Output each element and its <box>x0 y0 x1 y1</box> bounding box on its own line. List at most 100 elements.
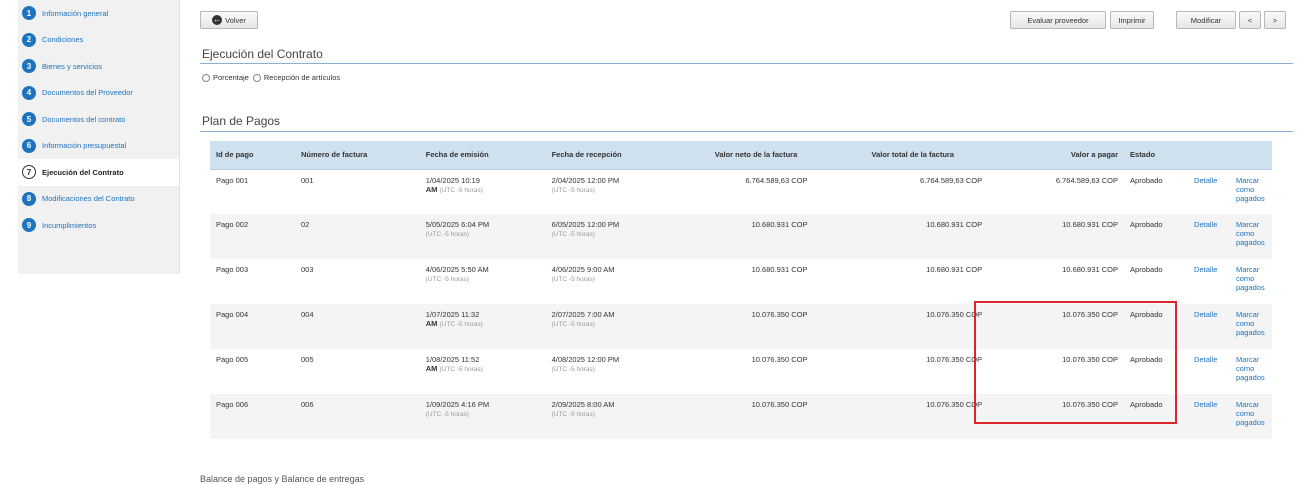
mark-paid-link[interactable]: Marcar como pagados <box>1236 176 1266 203</box>
mark-paid-word-2: como <box>1235 184 1255 194</box>
mark-paid-link[interactable]: Marcar como pagados <box>1236 265 1266 292</box>
issued-timezone: (UTC -5 horas) <box>439 366 483 373</box>
print-button[interactable]: Imprimir <box>1110 11 1154 29</box>
cell-invoice: 005 <box>301 355 314 364</box>
sidebar-step-2[interactable]: 2 Condiciones <box>18 27 179 54</box>
cell-net: 10.076.350 COP <box>751 355 808 364</box>
mark-paid-word-3: pagados <box>1235 328 1265 337</box>
mark-paid-link[interactable]: Marcar como pagados <box>1236 400 1266 427</box>
step-number-badge: 9 <box>22 218 36 233</box>
detail-link[interactable]: Detalle <box>1194 220 1217 229</box>
detail-link[interactable]: Detalle <box>1194 265 1217 274</box>
back-button[interactable]: ← Volver <box>200 11 258 29</box>
cell-total: 10.680.931 COP <box>926 265 983 274</box>
detail-link[interactable]: Detalle <box>1194 176 1217 185</box>
step-label: Condiciones <box>42 35 84 45</box>
detail-link[interactable]: Detalle <box>1194 310 1217 319</box>
cell-issued: 1/09/2025 4:16 PM (UTC -5 horas) <box>419 394 546 439</box>
sidebar-step-6[interactable]: 6 Información presupuestal <box>18 133 179 160</box>
percentage-radio[interactable] <box>202 73 210 82</box>
mark-paid-link[interactable]: Marcar como pagados <box>1236 220 1266 247</box>
cell-detail: Detalle <box>1188 259 1230 304</box>
cell-status: Aprobado <box>1130 175 1163 185</box>
received-timezone: (UTC -5 horas) <box>551 411 595 418</box>
col-invoice: Número de factura <box>295 141 420 170</box>
sidebar-step-4[interactable]: 4 Documentos del Proveedor <box>18 80 179 107</box>
cell-pay: 10.076.350 COP <box>1008 304 1125 349</box>
issued-timezone: (UTC -5 horas) <box>425 276 470 283</box>
mark-paid-word-2: como <box>1235 274 1255 283</box>
col-net: Valor neto de la factura <box>674 141 832 170</box>
mark-paid-link[interactable]: Marcar como pagados <box>1236 310 1266 337</box>
payment-plan-table: Id de pago Número de factura Fecha de em… <box>210 141 1272 439</box>
cell-pay: 10.680.931 COP <box>1008 214 1125 259</box>
col-total: Valor total de la factura <box>831 141 1009 170</box>
issued-ampm: AM <box>425 364 438 373</box>
print-label: Imprimir <box>1118 15 1146 25</box>
cell-invoice: 001 <box>301 175 314 185</box>
toolbar: ← Volver Evaluar proveedor Imprimir Modi… <box>200 0 1295 30</box>
cell-net: 10.680.931 COP <box>674 214 832 259</box>
modify-button[interactable]: Modificar <box>1176 11 1236 29</box>
issued-timezone: (UTC -5 horas) <box>425 231 470 238</box>
cell-invoice: 02 <box>295 214 420 259</box>
received-timezone: (UTC -5 horas) <box>551 276 595 283</box>
cell-received: 2/07/2025 7:00 AM (UTC -5 horas) <box>545 304 675 349</box>
received-date: 4/08/2025 12:00 PM <box>551 355 620 364</box>
reception-label: Recepción de artículos <box>263 73 341 82</box>
cell-total: 6.764.589,63 COP <box>919 175 983 185</box>
received-timezone: (UTC -5 horas) <box>551 366 595 373</box>
cell-status: Aprobado <box>1130 355 1163 364</box>
cell-status: Aprobado <box>1130 265 1163 274</box>
received-date: 6/05/2025 12:00 PM <box>551 220 620 229</box>
evaluate-provider-label: Evaluar proveedor <box>1027 15 1089 25</box>
prev-button[interactable]: < <box>1239 11 1261 29</box>
cell-pay: 6.764.589,63 COP <box>1055 175 1119 185</box>
issued-date: 1/09/2025 4:16 PM <box>425 400 490 409</box>
cell-mark: Marcar como pagados <box>1229 304 1272 349</box>
prev-label: < <box>1247 15 1253 25</box>
step-label: Modificaciones del Contrato <box>42 194 135 204</box>
sidebar-step-5[interactable]: 5 Documentos del contrato <box>18 106 179 133</box>
cell-detail: Detalle <box>1188 169 1230 214</box>
step-label: Ejecución del Contrato <box>42 167 124 177</box>
step-label: Incumplimientos <box>42 220 97 230</box>
cell-mark: Marcar como pagados <box>1229 214 1272 259</box>
sidebar-step-1[interactable]: 1 Información general <box>18 0 179 27</box>
mark-paid-word-1: Marcar <box>1235 310 1260 319</box>
col-pay: Valor a pagar <box>1008 141 1125 170</box>
next-button[interactable]: > <box>1264 11 1286 29</box>
cell-detail: Detalle <box>1188 214 1230 259</box>
received-timezone: (UTC -5 horas) <box>551 186 595 194</box>
step-label: Documentos del contrato <box>42 114 126 124</box>
col-status: Estado <box>1124 141 1189 170</box>
cell-mark: Marcar como pagados <box>1230 349 1272 394</box>
table-row: Pago 001 001 1/04/2025 10:19 AM (UTC -5 hor… <box>210 169 1272 214</box>
detail-link[interactable]: Detalle <box>1194 400 1217 409</box>
step-number-badge: 8 <box>22 191 36 206</box>
sidebar-step-7[interactable]: 7 Ejecución del Contrato <box>18 159 179 186</box>
execution-mode-options: Porcentaje Recepción de artículos <box>202 73 340 82</box>
sidebar-step-3[interactable]: 3 Bienes y servicios <box>18 53 179 80</box>
cell-received: 2/09/2025 8:00 AM (UTC -5 horas) <box>545 394 675 439</box>
sidebar-step-8[interactable]: 8 Modificaciones del Contrato <box>18 186 179 213</box>
cell-detail: Detalle <box>1188 394 1230 439</box>
cell-received: 6/05/2025 12:00 PM (UTC -5 horas) <box>545 214 675 259</box>
cell-detail: Detalle <box>1188 304 1230 349</box>
cell-total: 10.680.931 COP <box>831 214 1009 259</box>
issued-date: 4/06/2025 5:50 AM <box>425 265 489 274</box>
cell-issued: 1/08/2025 11:52 AM (UTC -5 horas) <box>420 349 546 394</box>
issued-ampm: AM <box>425 319 438 328</box>
table-row: Pago 003 003 4/06/2025 5:50 AM (UTC -5 hora… <box>210 259 1272 304</box>
mark-paid-word-1: Marcar <box>1235 175 1260 185</box>
main-content: ← Volver Evaluar proveedor Imprimir Modi… <box>200 0 1295 439</box>
received-date: 2/04/2025 12:00 PM <box>551 175 620 185</box>
reception-radio[interactable] <box>252 73 261 82</box>
step-sidebar: 1 Información general 2 Condiciones 3 Bienes … <box>18 0 180 274</box>
payment-plan-title: Plan de Pagos <box>202 114 281 128</box>
mark-paid-link[interactable]: Marcar como pagados <box>1236 355 1266 382</box>
detail-link[interactable]: Detalle <box>1194 355 1217 364</box>
mark-paid-word-3: pagados <box>1235 418 1265 427</box>
evaluate-provider-button[interactable]: Evaluar proveedor <box>1010 11 1106 29</box>
sidebar-step-9[interactable]: 9 Incumplimientos <box>18 212 179 239</box>
